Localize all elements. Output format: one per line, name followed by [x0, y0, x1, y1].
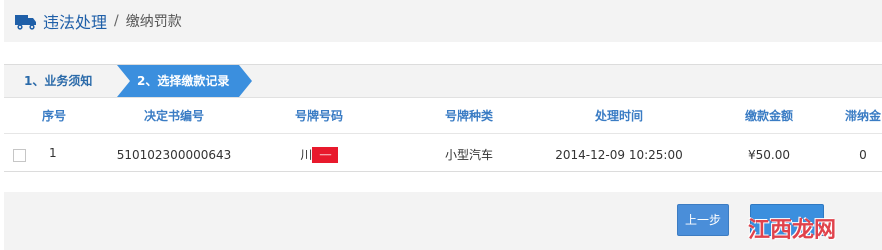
breadcrumb-current: 缴纳罚款: [125, 14, 182, 30]
col-header-plate-no: 号牌号码: [244, 98, 394, 134]
row-index-cell: 1: [4, 133, 104, 175]
row-time: 2014-12-09 10:25:00: [544, 133, 694, 175]
row-late-fee: 0: [844, 133, 882, 175]
col-header-index: 序号: [4, 98, 104, 134]
next-step-button[interactable]: [750, 204, 824, 236]
records-table: 序号 决定书编号 号牌号码 号牌种类 处理时间 缴款金额 滞纳金 1 51010…: [4, 98, 882, 175]
col-header-time: 处理时间: [544, 98, 694, 134]
col-header-decision-no: 决定书编号: [104, 98, 244, 134]
row-checkbox[interactable]: [13, 148, 26, 162]
row-plate-no: 川 -----: [244, 133, 394, 175]
step-progress: 1、业务须知 2、选择缴款记录: [4, 65, 882, 98]
col-header-amount: 缴款金额: [694, 98, 844, 134]
plate-prefix: 川: [300, 147, 313, 162]
row-index: 1: [49, 146, 57, 160]
table-row[interactable]: 1 510102300000643 川 ----- 小型汽车 2014-12-09…: [4, 133, 882, 175]
row-amount: ¥50.00: [694, 133, 844, 175]
step-select-records[interactable]: 2、选择缴款记录: [117, 65, 252, 97]
breadcrumb-separator: /: [114, 13, 119, 29]
prev-step-button[interactable]: 上一步: [677, 204, 729, 236]
col-header-plate-type: 号牌种类: [394, 98, 544, 134]
breadcrumb-root[interactable]: 违法处理: [43, 9, 107, 33]
row-decision-no: 510102300000643: [104, 133, 244, 175]
page-header: 违法处理 / 缴纳罚款: [4, 0, 882, 42]
col-header-late-fee: 滞纳金: [844, 98, 882, 134]
action-footer: 上一步: [4, 192, 882, 250]
payment-records-panel: 1、业务须知 2、选择缴款记录 序号 决定书编号 号牌号码 号牌种类 处理时间 …: [4, 64, 882, 175]
row-plate-type: 小型汽车: [394, 133, 544, 175]
table-header-row: 序号 决定书编号 号牌号码 号牌种类 处理时间 缴款金额 滞纳金: [4, 98, 882, 134]
step-business-notice[interactable]: 1、业务须知: [4, 65, 130, 97]
truck-icon: [15, 15, 36, 30]
plate-redaction: -----: [312, 147, 338, 164]
